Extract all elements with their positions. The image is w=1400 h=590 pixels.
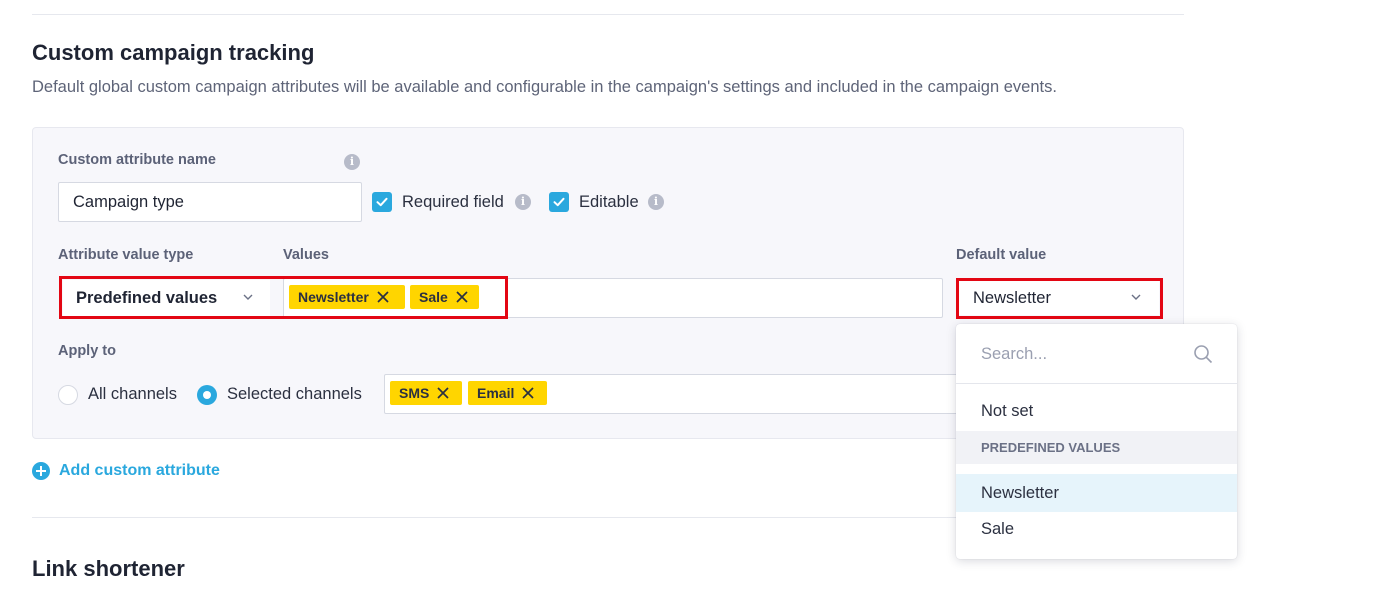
radio-selected-channels[interactable] bbox=[197, 385, 217, 405]
editable-label: Editable bbox=[579, 193, 639, 211]
close-icon[interactable] bbox=[436, 386, 450, 400]
editable-checkbox[interactable] bbox=[549, 192, 569, 212]
channel-tag: Email bbox=[468, 381, 547, 405]
section-title: Custom campaign tracking bbox=[32, 40, 315, 65]
checkmark-icon bbox=[553, 197, 565, 207]
selected-channels-label: Selected channels bbox=[227, 385, 362, 403]
dropdown-option-newsletter[interactable]: Newsletter bbox=[956, 474, 1237, 512]
channel-tag-text: SMS bbox=[399, 385, 430, 401]
plus-circle-icon bbox=[32, 462, 50, 480]
info-icon[interactable]: i bbox=[648, 194, 664, 210]
channel-tag: SMS bbox=[390, 381, 462, 405]
values-label: Values bbox=[283, 247, 329, 263]
link-shortener-title: Link shortener bbox=[32, 556, 185, 581]
info-icon[interactable]: i bbox=[515, 194, 531, 210]
value-type-label: Attribute value type bbox=[58, 247, 194, 263]
add-custom-attribute-button[interactable]: Add custom attribute bbox=[32, 462, 220, 480]
dropdown-option-sale[interactable]: Sale bbox=[956, 520, 1237, 539]
close-icon[interactable] bbox=[521, 386, 535, 400]
dropdown-search[interactable]: Search... bbox=[956, 324, 1237, 384]
default-value-label: Default value bbox=[956, 247, 1047, 263]
radio-all-channels[interactable] bbox=[58, 385, 78, 405]
required-field-checkbox[interactable] bbox=[372, 192, 392, 212]
add-custom-attribute-label: Add custom attribute bbox=[59, 462, 220, 479]
highlight-outline bbox=[59, 276, 508, 319]
attribute-name-input[interactable]: Campaign type bbox=[58, 182, 362, 222]
attribute-name-label: Custom attribute name bbox=[58, 152, 216, 168]
search-icon bbox=[1194, 345, 1213, 364]
highlight-outline bbox=[956, 278, 1163, 319]
section-description: Default global custom campaign attribute… bbox=[32, 78, 1057, 96]
dropdown-group-label: PREDEFINED VALUES bbox=[956, 431, 1237, 464]
search-placeholder: Search... bbox=[981, 345, 1048, 363]
top-divider bbox=[32, 14, 1184, 15]
channel-tag-text: Email bbox=[477, 385, 515, 401]
dropdown-option-not-set[interactable]: Not set bbox=[956, 402, 1237, 421]
apply-to-label: Apply to bbox=[58, 343, 116, 359]
all-channels-label: All channels bbox=[88, 385, 177, 403]
required-field-label: Required field bbox=[402, 193, 504, 211]
info-icon[interactable]: i bbox=[344, 154, 360, 170]
checkmark-icon bbox=[376, 197, 388, 207]
default-value-dropdown: Search... Not set PREDEFINED VALUES News… bbox=[956, 324, 1237, 559]
